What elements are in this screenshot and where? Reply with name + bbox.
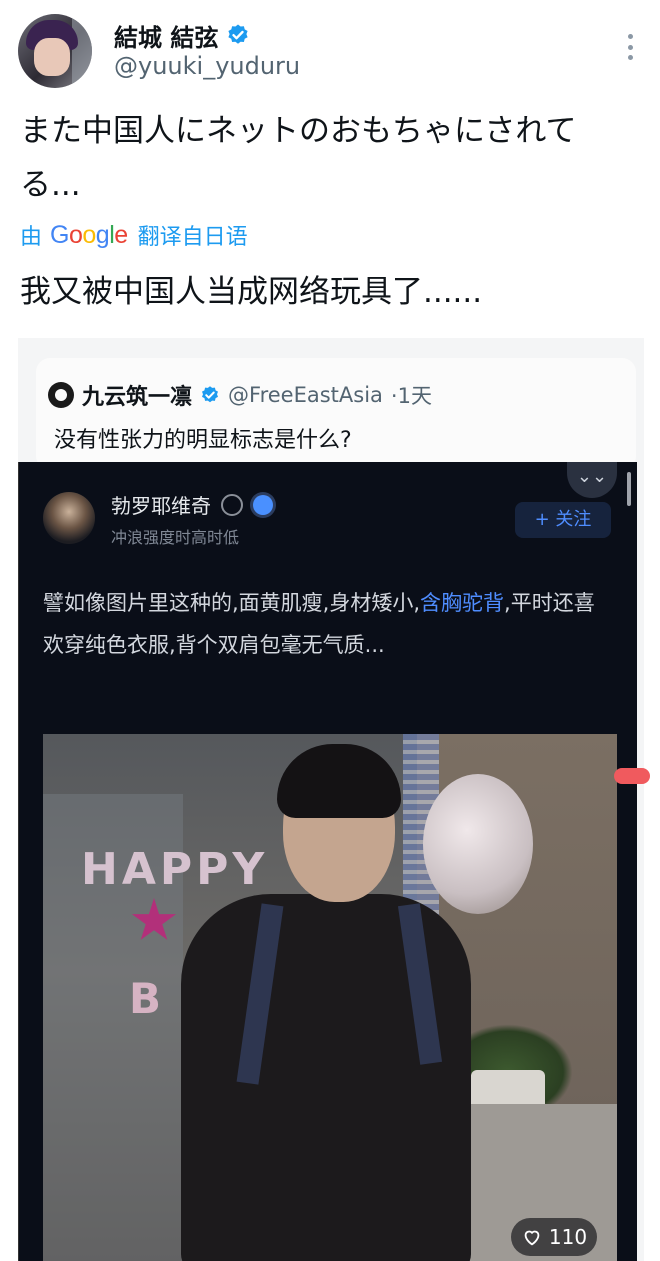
birthday-letters: B	[129, 974, 162, 1023]
quote-time: ·1天	[390, 384, 432, 408]
like-count: 110	[548, 1225, 588, 1249]
quote-name: 九云筑一凛	[82, 385, 193, 410]
answer-text-a: 譬如像图片里这种的,面黄肌瘦,身材矮小,	[43, 591, 421, 615]
person-body	[181, 894, 471, 1261]
heart-icon	[524, 1230, 540, 1246]
quote-handle: @FreeEastAsia	[228, 383, 383, 407]
answer-text-link: 含胸驼背	[420, 591, 505, 615]
red-marker	[614, 768, 650, 784]
answer-photo: HAPPY B 110	[43, 734, 617, 1261]
display-name[interactable]: 結城 結弦	[114, 18, 218, 53]
embedded-screenshot: ⌄⌄ 勃罗耶维奇 冲浪强度时高时低 + 关注 譬如像图片里这种的,面黄肌瘦,身材…	[18, 462, 637, 1261]
answer-text: 譬如像图片里这种的,面黄肌瘦,身材矮小,含胸驼背,平时还喜欢穿纯色衣服,背个双肩…	[43, 582, 613, 666]
tweet-text: また中国人にネットのおもちゃにされて る...	[20, 104, 640, 212]
answer-author: 勃罗耶维奇	[111, 494, 211, 518]
person-hair	[277, 744, 401, 818]
avatar[interactable]	[18, 14, 92, 88]
collapse-icon: ⌄⌄	[567, 462, 617, 498]
answer-author-row: 勃罗耶维奇	[111, 490, 273, 519]
translated-text: 我又被中国人当成网络玩具了......	[20, 274, 483, 310]
quote-card: 九云筑一凛 @FreeEastAsia ·1天 没有性张力的明显标志是什么?	[36, 358, 636, 470]
quote-question: 没有性张力的明显标志是什么?	[54, 428, 352, 453]
translate-row[interactable]: 由 Google 翻译自日语	[20, 218, 248, 252]
translate-suffix: 翻译自日语	[137, 225, 248, 250]
tweet-media[interactable]: 九云筑一凛 @FreeEastAsia ·1天 没有性张力的明显标志是什么? ⌄…	[18, 338, 644, 1261]
quote-logo-icon	[48, 382, 74, 408]
answer-meta: 冲浪强度时高时低	[111, 528, 240, 547]
badge-icon	[253, 494, 273, 515]
verified-icon	[202, 386, 219, 403]
happy-letters: HAPPY	[81, 844, 269, 895]
quote-row: 九云筑一凛 @FreeEastAsia ·1天	[48, 378, 432, 412]
scrollbar	[627, 472, 631, 506]
balloon	[423, 774, 533, 914]
follow-button: + 关注	[515, 502, 611, 538]
like-count-pill: 110	[511, 1218, 597, 1256]
verified-icon	[228, 24, 248, 44]
name-row[interactable]: 結城 結弦	[114, 18, 250, 52]
more-icon[interactable]	[626, 34, 634, 60]
tweet-header: 結城 結弦 @yuuki_yuduru	[18, 14, 642, 94]
tweet-text-line2: る...	[20, 167, 81, 203]
translate-prefix: 由	[20, 225, 43, 250]
tweet-text-line1: また中国人にネットのおもちゃにされて	[20, 113, 577, 149]
google-logo: Google	[50, 220, 128, 249]
badge-icon	[221, 493, 243, 516]
handle[interactable]: @yuuki_yuduru	[114, 52, 300, 80]
answer-avatar	[43, 492, 95, 544]
